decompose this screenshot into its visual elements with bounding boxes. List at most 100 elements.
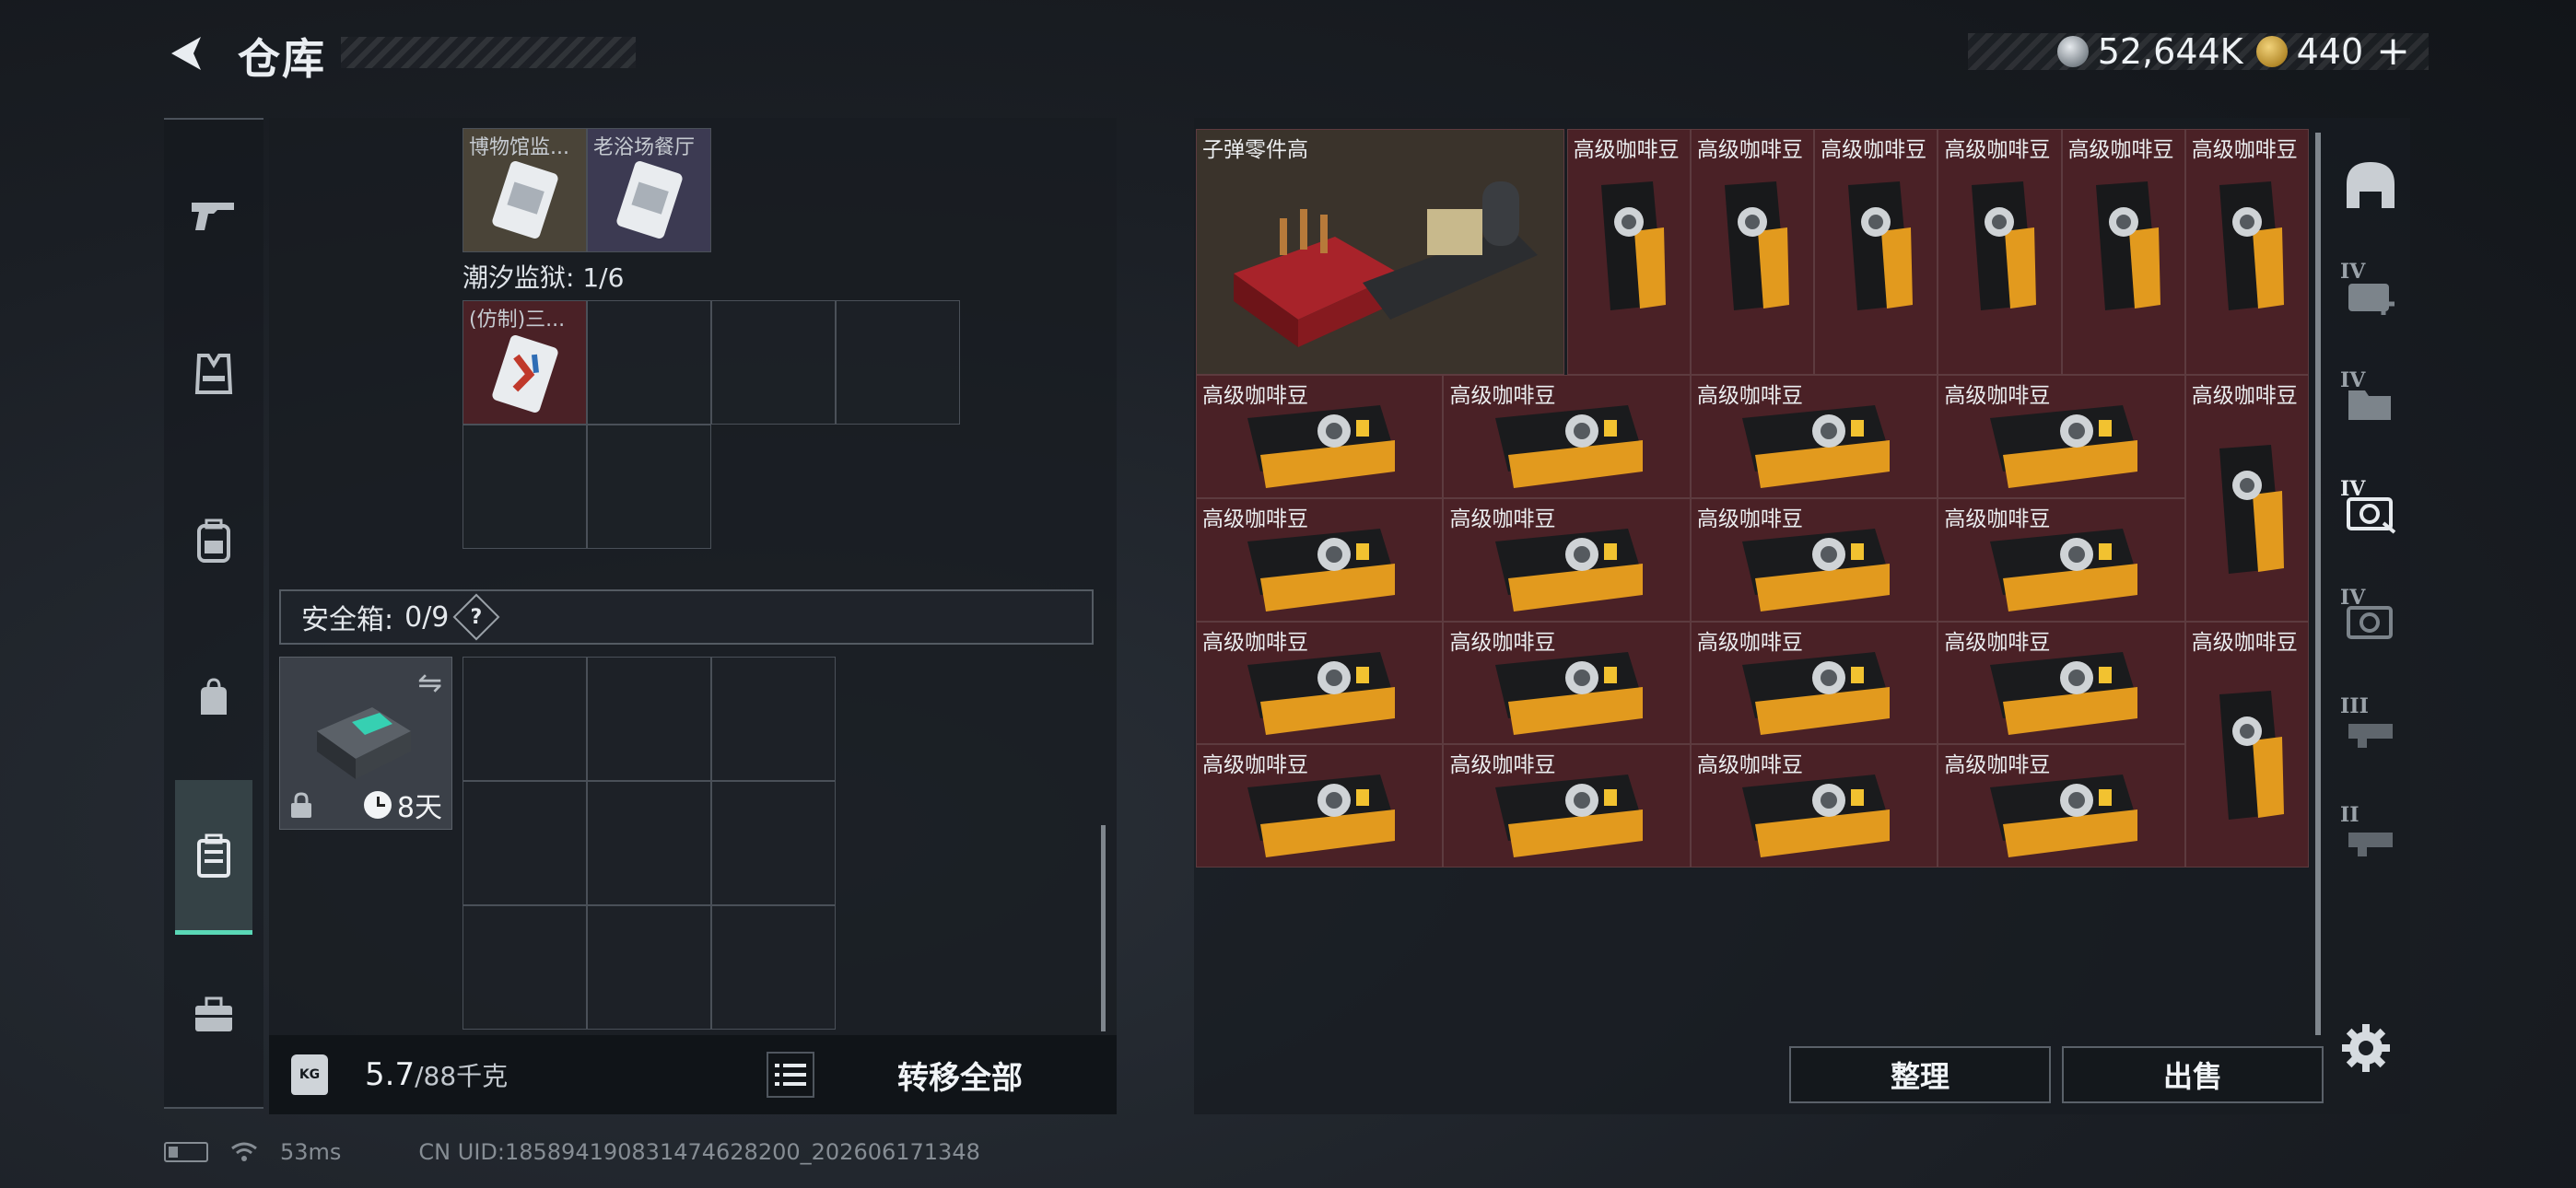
keycard-icon xyxy=(492,335,558,413)
item-coffee-beans[interactable]: 高级咖啡豆 xyxy=(1938,744,2185,868)
item-coffee-beans[interactable]: 高级咖啡豆 xyxy=(1938,129,2062,376)
settings-button[interactable] xyxy=(2340,1022,2392,1074)
empty-slot[interactable] xyxy=(463,425,587,549)
empty-slot[interactable] xyxy=(587,425,711,549)
item-coffee-beans[interactable]: 高级咖啡豆 xyxy=(1196,621,1444,745)
keycard-icon xyxy=(492,161,558,239)
gold-coin-icon xyxy=(2255,36,2288,67)
add-currency-button[interactable]: + xyxy=(2376,31,2410,72)
item-coffee-beans[interactable]: 高级咖啡豆 xyxy=(2061,129,2185,376)
tidy-button[interactable]: 整理 xyxy=(1789,1046,2051,1103)
warehouse-grid: 子弹零件高 高级咖啡豆 高级咖啡豆 高级咖啡豆 高级咖啡豆 高级咖啡豆 高级咖啡豆 高级咖啡… xyxy=(1196,129,2309,868)
item-coffee-beans[interactable]: 高级咖啡豆 xyxy=(1443,375,1691,498)
transfer-all-button[interactable]: 转移全部 xyxy=(822,1035,1098,1114)
ping-value: 53ms xyxy=(280,1139,342,1165)
item-coffee-beans[interactable]: 高级咖啡豆 xyxy=(1443,744,1691,868)
tier-label: IV xyxy=(2340,260,2366,284)
item-label: 高级咖啡豆 xyxy=(1944,138,2051,162)
region-label: 潮汐监狱: 1/6 xyxy=(463,262,625,293)
safebox-slot[interactable] xyxy=(463,781,587,905)
category-medkit[interactable]: IV xyxy=(2331,238,2410,348)
item-bathhouse-card[interactable]: 老浴场餐厅 xyxy=(587,128,711,252)
coffee-bag-icon xyxy=(1247,529,1396,611)
category-electronics-active[interactable]: IV xyxy=(2331,455,2410,565)
safebox-slot[interactable] xyxy=(711,781,836,905)
item-coffee-beans[interactable]: 高级咖啡豆 xyxy=(1443,498,1691,622)
help-icon[interactable]: ? xyxy=(452,593,500,641)
item-coffee-beans[interactable]: 高级咖啡豆 xyxy=(1196,744,1444,868)
list-view-button[interactable] xyxy=(767,1052,814,1098)
gold-currency: 440 xyxy=(2255,31,2364,72)
item-museum-card[interactable]: 博物馆监... xyxy=(463,128,587,252)
item-coffee-beans[interactable]: 高级咖啡豆 xyxy=(1690,129,1815,376)
category-helmet[interactable] xyxy=(2331,129,2410,239)
coffee-bag-icon xyxy=(1247,405,1396,489)
category-electronics[interactable]: IV xyxy=(2331,564,2410,674)
backpack-icon xyxy=(197,518,230,563)
item-coffee-beans[interactable]: 高级咖啡豆 xyxy=(1443,621,1691,745)
pistol-icon xyxy=(192,203,234,230)
item-coffee-beans[interactable]: 高级咖啡豆 xyxy=(1566,129,1691,376)
coffee-bag-icon xyxy=(1742,405,1891,489)
expiry-timer: 8天 xyxy=(363,785,442,825)
item-coffee-beans[interactable]: 高级咖啡豆 xyxy=(1938,621,2185,745)
nav-case[interactable] xyxy=(175,780,252,935)
back-button[interactable] xyxy=(162,28,210,79)
item-prison-card[interactable]: (仿制)三... xyxy=(463,300,587,425)
item-label: 高级咖啡豆 xyxy=(2067,138,2174,162)
category-docs[interactable]: IV xyxy=(2331,346,2410,457)
item-coffee-beans[interactable]: 高级咖啡豆 xyxy=(2184,129,2309,376)
nav-bag[interactable] xyxy=(164,643,263,753)
left-scrollbar[interactable] xyxy=(1101,825,1106,1031)
empty-slot[interactable] xyxy=(836,300,960,425)
item-ammo-parts[interactable]: 子弹零件高 xyxy=(1196,129,1564,375)
swap-icon[interactable]: ⇋ xyxy=(417,665,442,700)
safebox-slot[interactable] xyxy=(587,905,711,1030)
sell-button[interactable]: 出售 xyxy=(2062,1046,2324,1103)
item-coffee-beans[interactable]: 高级咖啡豆 xyxy=(1690,621,1938,745)
tier-label: IV xyxy=(2340,586,2366,610)
category-tools[interactable]: III xyxy=(2331,672,2410,783)
coffee-bag-icon xyxy=(1972,181,2037,310)
safebox-slot[interactable] xyxy=(463,657,587,781)
timer-value: 8天 xyxy=(396,792,442,824)
nav-backpack[interactable] xyxy=(164,486,263,597)
item-coffee-beans[interactable]: 高级咖啡豆 xyxy=(1690,498,1938,622)
coffee-bag-icon xyxy=(1742,529,1891,611)
safebox-label: 安全箱: xyxy=(301,604,394,636)
coffee-bag-icon xyxy=(1494,775,1643,858)
item-label: 老浴场餐厅 xyxy=(593,136,696,159)
safebox-slot[interactable] xyxy=(587,657,711,781)
helmet-icon xyxy=(2347,162,2395,208)
silver-currency: 52,644K xyxy=(2056,31,2243,72)
safebox-slot[interactable] xyxy=(711,657,836,781)
category-misc[interactable]: II xyxy=(2331,781,2410,891)
item-coffee-beans[interactable]: 高级咖啡豆 xyxy=(2184,375,2309,622)
coffee-bag-icon xyxy=(1724,181,1789,310)
item-coffee-beans[interactable]: 高级咖啡豆 xyxy=(1938,375,2185,498)
gold-value: 440 xyxy=(2296,31,2364,72)
item-coffee-beans[interactable]: 高级咖啡豆 xyxy=(1814,129,1938,376)
safebox-slot[interactable] xyxy=(587,781,711,905)
nav-toolbox[interactable] xyxy=(164,960,263,1070)
nav-vest[interactable] xyxy=(164,319,263,429)
safebox-slot[interactable] xyxy=(463,905,587,1030)
item-coffee-beans[interactable]: 高级咖啡豆 xyxy=(1938,498,2185,622)
item-coffee-beans[interactable]: 高级咖啡豆 xyxy=(1196,498,1444,622)
gear-icon xyxy=(2342,1024,2390,1072)
right-scrollbar[interactable] xyxy=(2315,133,2321,1035)
safebox-container[interactable]: ⇋ 8天 xyxy=(279,657,452,830)
item-coffee-beans[interactable]: 高级咖啡豆 xyxy=(2184,621,2309,868)
item-label: 高级咖啡豆 xyxy=(2191,630,2298,655)
item-label: 子弹零件高 xyxy=(1202,138,1308,162)
item-coffee-beans[interactable]: 高级咖啡豆 xyxy=(1690,375,1938,498)
coffee-bag-icon xyxy=(1989,405,2137,489)
nav-pistol[interactable] xyxy=(164,160,263,271)
empty-slot[interactable] xyxy=(587,300,711,425)
safebox-slot[interactable] xyxy=(711,905,836,1030)
item-coffee-beans[interactable]: 高级咖啡豆 xyxy=(1196,375,1444,498)
coffee-bag-icon xyxy=(1600,181,1666,310)
coffee-bag-icon xyxy=(1989,775,2137,858)
empty-slot[interactable] xyxy=(711,300,836,425)
item-coffee-beans[interactable]: 高级咖啡豆 xyxy=(1690,744,1938,868)
